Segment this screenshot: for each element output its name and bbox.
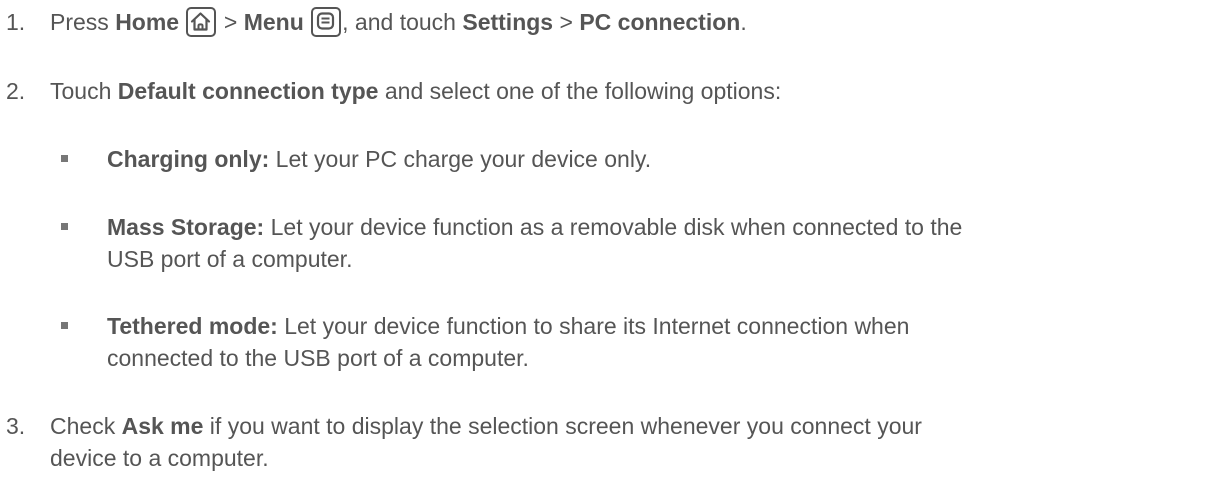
step-number: 2. — [6, 78, 26, 104]
option-text: Mass Storage: Let your device function a… — [107, 214, 963, 272]
step-text: Touch Default connection type and select… — [50, 78, 782, 104]
bullet-icon — [61, 223, 68, 230]
menu-icon — [311, 6, 342, 37]
step-number: 1. — [6, 9, 26, 35]
option-text: Charging only: Let your PC charge your d… — [107, 146, 652, 172]
settings-label: Settings — [462, 9, 554, 35]
bullet-icon — [61, 155, 68, 162]
step-number: 3. — [6, 413, 26, 439]
step-text: Press Home > Menu , and touch Settings >… — [50, 6, 747, 39]
bullet-icon — [61, 322, 68, 329]
option-term: Mass Storage: — [107, 214, 265, 240]
option-term: Tethered mode: — [107, 313, 278, 339]
home-label: Home — [115, 9, 180, 35]
pc-connection-label: PC connection — [579, 9, 741, 35]
menu-label: Menu — [243, 9, 304, 35]
option-term: Charging only: — [107, 146, 270, 172]
option-text: Tethered mode: Let your device function … — [107, 313, 910, 371]
ask-me-label: Ask me — [121, 413, 204, 439]
instruction-document: 1. Press Home > Menu , and touch Setting… — [0, 0, 1205, 489]
step-text: Check Ask me if you want to display the … — [50, 413, 922, 471]
default-connection-type-label: Default connection type — [117, 78, 379, 104]
home-icon — [186, 6, 217, 37]
